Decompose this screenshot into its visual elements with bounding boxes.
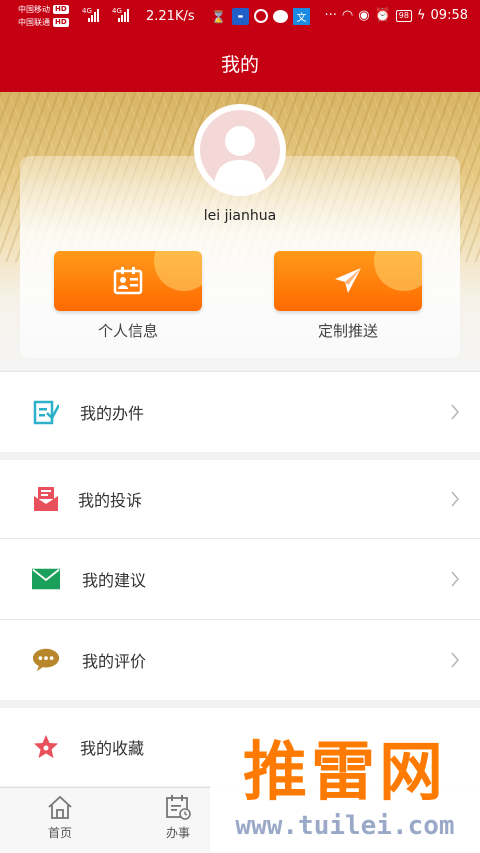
carrier-2-label: 中国联通 [18,18,50,27]
eye-icon: ◉ [358,8,370,23]
more-icon: ··· [324,8,337,23]
paper-plane-icon [335,268,361,293]
envelope-open-icon [32,485,60,513]
tab-home[interactable]: 首页 [20,794,100,841]
clock: 09:58 [430,8,468,23]
headset-icon: ◠ [341,8,354,23]
system-status: ··· ◠ ◉ ⏰ 98 ϟ 09:58 [324,8,468,23]
menu-item-my-cases[interactable]: 我的办件 [0,372,480,452]
menu-item-my-reviews[interactable]: 我的评价 [0,620,480,700]
hd-badge: HD [53,5,69,14]
translate-icon: 文 [293,8,310,25]
charging-icon: ϟ [416,8,426,23]
menu-label: 我的收藏 [80,739,145,758]
edit-document-icon [32,398,60,426]
watermark-logo-text: 推雷网 [243,736,447,810]
chevron-right-icon [451,571,459,587]
user-silhouette-icon [200,110,280,190]
page-title: 我的 [220,53,259,76]
menu-label: 我的建议 [82,571,147,590]
menu-item-my-suggestions[interactable]: 我的建议 [0,539,480,619]
id-card-icon [113,267,143,295]
chevron-right-icon [451,491,459,507]
star-icon [32,733,60,761]
personal-info-button[interactable] [54,251,202,311]
tab-services[interactable]: 办事 [138,794,218,841]
chevron-right-icon [451,652,459,668]
signal-1-icon [88,8,99,22]
tab-label: 办事 [165,826,190,840]
app-icon: ▬ [232,8,249,25]
watermark-url: www.tuilei.com [235,811,455,841]
custom-push-label: 定制推送 [317,322,378,340]
carrier-info: 中国移动 HD 中国联通 HD [18,3,69,29]
calendar-icon [166,795,191,820]
profile-header: lei jianhua 个人信息 定制推送 [0,92,480,370]
hd-badge-2: HD [53,18,69,27]
browser-icon [254,9,268,23]
custom-push-button[interactable] [274,251,422,311]
battery-icon: 98 [395,9,412,22]
avatar[interactable] [194,104,286,196]
hourglass-icon: ⌛ [211,9,226,24]
home-icon [48,795,72,819]
menu-label: 我的办件 [80,404,145,423]
personal-info-label: 个人信息 [97,322,158,340]
signal-2-icon [118,8,129,22]
tab-label: 首页 [47,826,72,840]
carrier-1-label: 中国移动 [18,5,50,14]
alarm-icon: ⏰ [374,8,391,23]
username: lei jianhua [203,208,277,224]
envelope-icon [32,565,60,593]
menu-label: 我的投诉 [78,491,143,510]
menu-item-my-complaints[interactable]: 我的投诉 [0,460,480,538]
notification-icons: ⌛ ▬ 文 [210,8,310,25]
chat-icon [273,10,288,23]
menu-label: 我的评价 [82,652,147,671]
network-speed: 2.21K/s [146,9,195,24]
chevron-right-icon [451,404,459,420]
status-bar: 中国移动 HD 中国联通 HD 4G 4G 2.21K/s ⌛ ▬ 文 ··· ◠ … [0,0,480,34]
watermark: 推雷网 www.tuilei.com [210,733,480,853]
title-bar: 我的 [0,34,480,92]
speech-bubble-icon [32,646,60,674]
